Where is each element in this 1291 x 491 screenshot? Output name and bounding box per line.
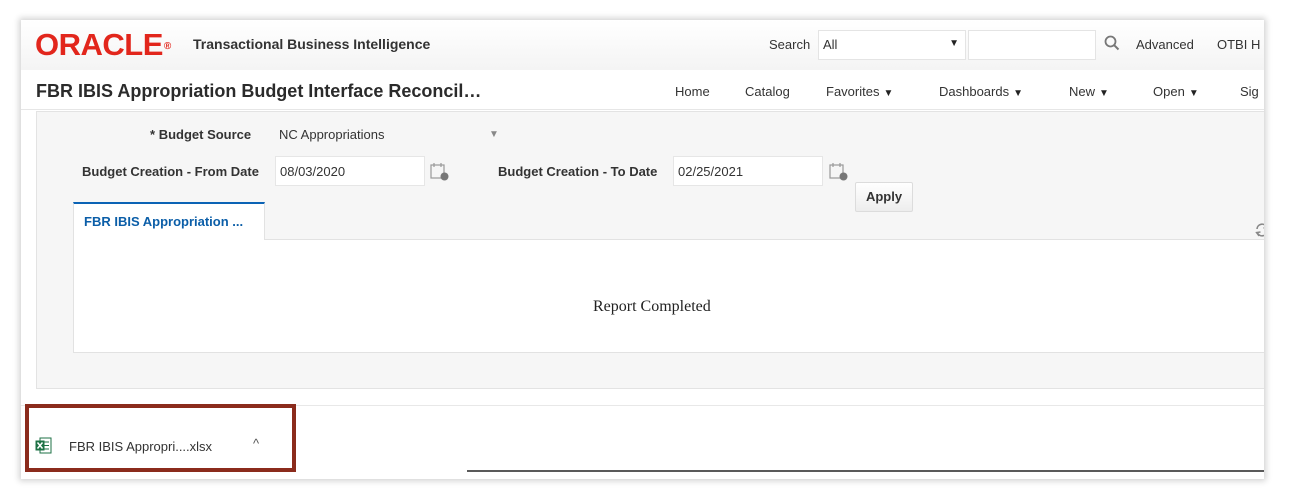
- product-name: Transactional Business Intelligence: [193, 36, 431, 52]
- nav-open[interactable]: Open ▼: [1153, 84, 1199, 99]
- search-input[interactable]: [968, 30, 1096, 60]
- calendar-icon[interactable]: [430, 162, 450, 182]
- dropdown-arrow-icon[interactable]: ▼: [489, 129, 499, 140]
- page-navbar: FBR IBIS Appropriation Budget Interface …: [21, 70, 1264, 110]
- nav-home[interactable]: Home: [675, 84, 710, 99]
- chevron-down-icon: ▼: [1188, 88, 1199, 99]
- search-label: Search: [769, 37, 811, 52]
- report-status: Report Completed: [593, 298, 711, 315]
- search-icon[interactable]: [1103, 34, 1121, 52]
- budget-source-select[interactable]: NC Appropriations: [275, 125, 485, 145]
- nav-dashboards-label: Dashboards: [939, 84, 1010, 99]
- to-date-input[interactable]: 02/25/2021: [673, 156, 823, 186]
- chevron-down-icon: ▼: [1013, 88, 1024, 99]
- nav-dashboards[interactable]: Dashboards ▼: [939, 84, 1023, 99]
- horizontal-scrollbar[interactable]: [467, 470, 1264, 472]
- search-scope-value: All: [823, 37, 838, 52]
- nav-catalog[interactable]: Catalog: [745, 84, 790, 99]
- chevron-down-icon: ▼: [1099, 88, 1109, 99]
- nav-open-label: Open: [1153, 84, 1185, 99]
- advanced-search-link[interactable]: Advanced: [1136, 37, 1194, 52]
- budget-source-label: * Budget Source: [150, 127, 251, 142]
- required-marker: *: [150, 127, 156, 142]
- download-highlight-box: [25, 404, 296, 472]
- dashboard-content: * Budget Source NC Appropriations ▼ Budg…: [36, 111, 1264, 389]
- nav-favorites[interactable]: Favorites ▼: [826, 84, 893, 99]
- nav-home-label: Home: [675, 84, 710, 99]
- page-title: FBR IBIS Appropriation Budget Interface …: [36, 81, 482, 101]
- nav-favorites-label: Favorites: [826, 84, 880, 99]
- to-date-label: Budget Creation - To Date: [498, 164, 658, 179]
- from-date-input[interactable]: 08/03/2020: [275, 156, 425, 186]
- from-date-label: Budget Creation - From Date: [82, 164, 259, 179]
- nav-sign-out-label: Sig: [1240, 84, 1259, 99]
- tab-fbr-ibis-appropriation[interactable]: FBR IBIS Appropriation ...: [73, 202, 265, 240]
- report-panel: Report Completed: [73, 239, 1264, 353]
- otbi-help-link[interactable]: OTBI H: [1217, 37, 1260, 52]
- global-header: ORACLE® Transactional Business Intellige…: [21, 20, 1264, 70]
- oracle-logo: ORACLE®: [35, 27, 171, 62]
- dropdown-arrow-icon: ▼: [949, 38, 959, 49]
- apply-button[interactable]: Apply: [855, 182, 913, 212]
- search-scope-select[interactable]: All ▼: [818, 30, 966, 60]
- calendar-icon[interactable]: [829, 162, 849, 182]
- chevron-down-icon: ▼: [883, 88, 894, 99]
- nav-new-label: New: [1069, 84, 1096, 99]
- nav-sign-out[interactable]: Sig: [1240, 84, 1259, 99]
- budget-source-label-text: Budget Source: [158, 127, 252, 142]
- nav-catalog-label: Catalog: [745, 84, 790, 99]
- refresh-icon[interactable]: [1254, 222, 1264, 238]
- nav-new[interactable]: New ▼: [1069, 84, 1109, 99]
